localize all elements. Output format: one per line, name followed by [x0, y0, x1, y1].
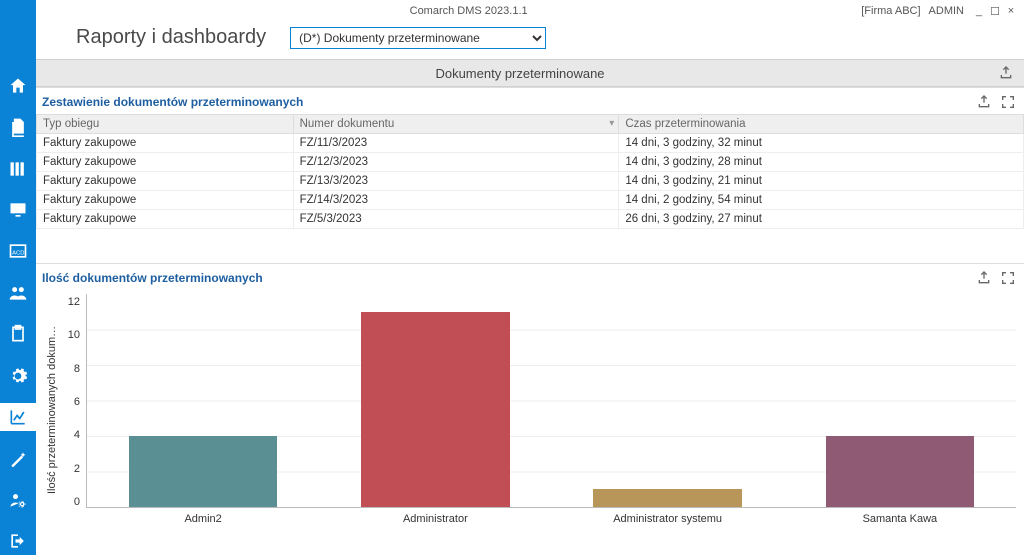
bar-category-label: Samanta Kawa — [784, 513, 1016, 525]
bar-slot: Administrator — [319, 294, 551, 507]
y-tick: 8 — [74, 363, 80, 375]
col-header-type[interactable]: Typ obiegu — [37, 115, 294, 134]
sidebar-item-clipboard[interactable] — [0, 321, 36, 348]
app-title: Comarch DMS 2023.1.1 — [76, 5, 861, 17]
page-title: Raporty i dashboardy — [76, 26, 266, 49]
col-header-number[interactable]: Numer dokumentu▾ — [293, 115, 619, 134]
window-maximize-button[interactable]: ☐ — [988, 5, 1002, 18]
window-minimize-button[interactable]: _ — [972, 5, 986, 17]
bar-category-label: Administrator systemu — [552, 513, 784, 525]
col-header-delay[interactable]: Czas przeterminowania — [619, 115, 1024, 134]
report-selector[interactable]: (D*) Dokumenty przeterminowane — [290, 27, 546, 49]
y-axis-ticks: 12 10 8 6 4 2 0 — [60, 294, 86, 526]
users-icon — [8, 283, 28, 303]
monitor-icon — [8, 200, 28, 220]
table-fullscreen-button[interactable] — [998, 92, 1018, 112]
y-tick: 10 — [68, 329, 80, 341]
overdue-table: Typ obiegu Numer dokumentu▾ Czas przeter… — [36, 114, 1024, 229]
sidebar: ACD — [0, 0, 36, 555]
clipboard-icon — [8, 324, 28, 344]
bar[interactable] — [593, 489, 742, 507]
acd-icon: ACD — [8, 241, 28, 261]
filter-icon[interactable]: ▾ — [609, 118, 614, 129]
y-tick: 6 — [74, 396, 80, 408]
cell-delay: 14 dni, 2 godziny, 54 minut — [619, 191, 1024, 210]
export-icon — [976, 94, 992, 110]
sidebar-item-users[interactable] — [0, 279, 36, 306]
sidebar-item-home[interactable] — [0, 72, 36, 99]
table-export-button[interactable] — [974, 92, 994, 112]
gear-icon — [8, 366, 28, 386]
bar[interactable] — [826, 436, 975, 507]
bar-category-label: Administrator — [319, 513, 551, 525]
cell-number: FZ/12/3/2023 — [293, 153, 619, 172]
table-row[interactable]: Faktury zakupoweFZ/14/3/202314 dni, 2 go… — [37, 191, 1024, 210]
cell-type: Faktury zakupowe — [37, 134, 294, 153]
group-title-bar: Dokumenty przeterminowane — [36, 59, 1024, 87]
company-label: [Firma ABC] — [861, 5, 920, 17]
sidebar-item-acd[interactable]: ACD — [0, 238, 36, 265]
export-icon — [998, 65, 1014, 81]
cell-delay: 14 dni, 3 godziny, 28 minut — [619, 153, 1024, 172]
cell-number: FZ/13/3/2023 — [293, 172, 619, 191]
home-icon — [8, 76, 28, 96]
chart-fullscreen-button[interactable] — [998, 268, 1018, 288]
sidebar-item-settings[interactable] — [0, 362, 36, 389]
table-panel: Zestawienie dokumentów przeterminowanych… — [36, 87, 1024, 263]
y-axis-label: Ilość przeterminowanych dokum… — [44, 294, 60, 526]
bar-slot: Admin2 — [87, 294, 319, 507]
sidebar-item-documents[interactable] — [0, 113, 36, 140]
svg-text:ACD: ACD — [12, 251, 24, 257]
y-tick: 2 — [74, 463, 80, 475]
cell-type: Faktury zakupowe — [37, 191, 294, 210]
y-tick: 4 — [74, 429, 80, 441]
bar[interactable] — [361, 312, 510, 507]
bar[interactable] — [129, 436, 278, 507]
bar-slot: Samanta Kawa — [784, 294, 1016, 507]
y-tick: 12 — [68, 296, 80, 308]
export-icon — [976, 270, 992, 286]
cell-delay: 26 dni, 3 godziny, 27 minut — [619, 210, 1024, 229]
sidebar-item-books[interactable] — [0, 155, 36, 182]
chart-export-button[interactable] — [974, 268, 994, 288]
table-row[interactable]: Faktury zakupoweFZ/13/3/202314 dni, 3 go… — [37, 172, 1024, 191]
fullscreen-icon — [1000, 270, 1016, 286]
cell-number: FZ/11/3/2023 — [293, 134, 619, 153]
chart-panel-title: Ilość dokumentów przeterminowanych — [42, 271, 974, 285]
wand-icon — [8, 449, 28, 469]
cell-type: Faktury zakupowe — [37, 153, 294, 172]
table-panel-title: Zestawienie dokumentów przeterminowanych — [42, 95, 974, 109]
table-row[interactable]: Faktury zakupoweFZ/12/3/202314 dni, 3 go… — [37, 153, 1024, 172]
sidebar-item-exit[interactable] — [0, 528, 36, 555]
books-icon — [8, 159, 28, 179]
documents-icon — [8, 117, 28, 137]
titlebar: Comarch DMS 2023.1.1 [Firma ABC] ADMIN _… — [36, 0, 1024, 22]
chart-plot-area: Admin2AdministratorAdministrator systemu… — [86, 294, 1016, 508]
cell-delay: 14 dni, 3 godziny, 21 minut — [619, 172, 1024, 191]
chart-icon — [8, 407, 28, 427]
page-header: Raporty i dashboardy (D*) Dokumenty prze… — [36, 22, 1024, 59]
chart-panel: Ilość dokumentów przeterminowanych Ilość… — [36, 263, 1024, 555]
cell-type: Faktury zakupowe — [37, 172, 294, 191]
y-tick: 0 — [74, 496, 80, 508]
cell-number: FZ/5/3/2023 — [293, 210, 619, 229]
group-title: Dokumenty przeterminowane — [44, 66, 996, 81]
export-button[interactable] — [996, 63, 1016, 83]
table-row[interactable]: Faktury zakupoweFZ/5/3/202326 dni, 3 god… — [37, 210, 1024, 229]
cell-delay: 14 dni, 3 godziny, 32 minut — [619, 134, 1024, 153]
bar-slot: Administrator systemu — [552, 294, 784, 507]
sidebar-item-user-settings[interactable] — [0, 486, 36, 513]
sidebar-item-wand[interactable] — [0, 445, 36, 472]
exit-icon — [8, 531, 28, 551]
cell-number: FZ/14/3/2023 — [293, 191, 619, 210]
sidebar-item-monitor[interactable] — [0, 196, 36, 223]
table-row[interactable]: Faktury zakupoweFZ/11/3/202314 dni, 3 go… — [37, 134, 1024, 153]
fullscreen-icon — [1000, 94, 1016, 110]
window-close-button[interactable]: × — [1004, 5, 1018, 17]
person-gear-icon — [8, 490, 28, 510]
sidebar-item-reports[interactable] — [0, 403, 36, 430]
cell-type: Faktury zakupowe — [37, 210, 294, 229]
bar-category-label: Admin2 — [87, 513, 319, 525]
user-label: ADMIN — [929, 5, 964, 17]
